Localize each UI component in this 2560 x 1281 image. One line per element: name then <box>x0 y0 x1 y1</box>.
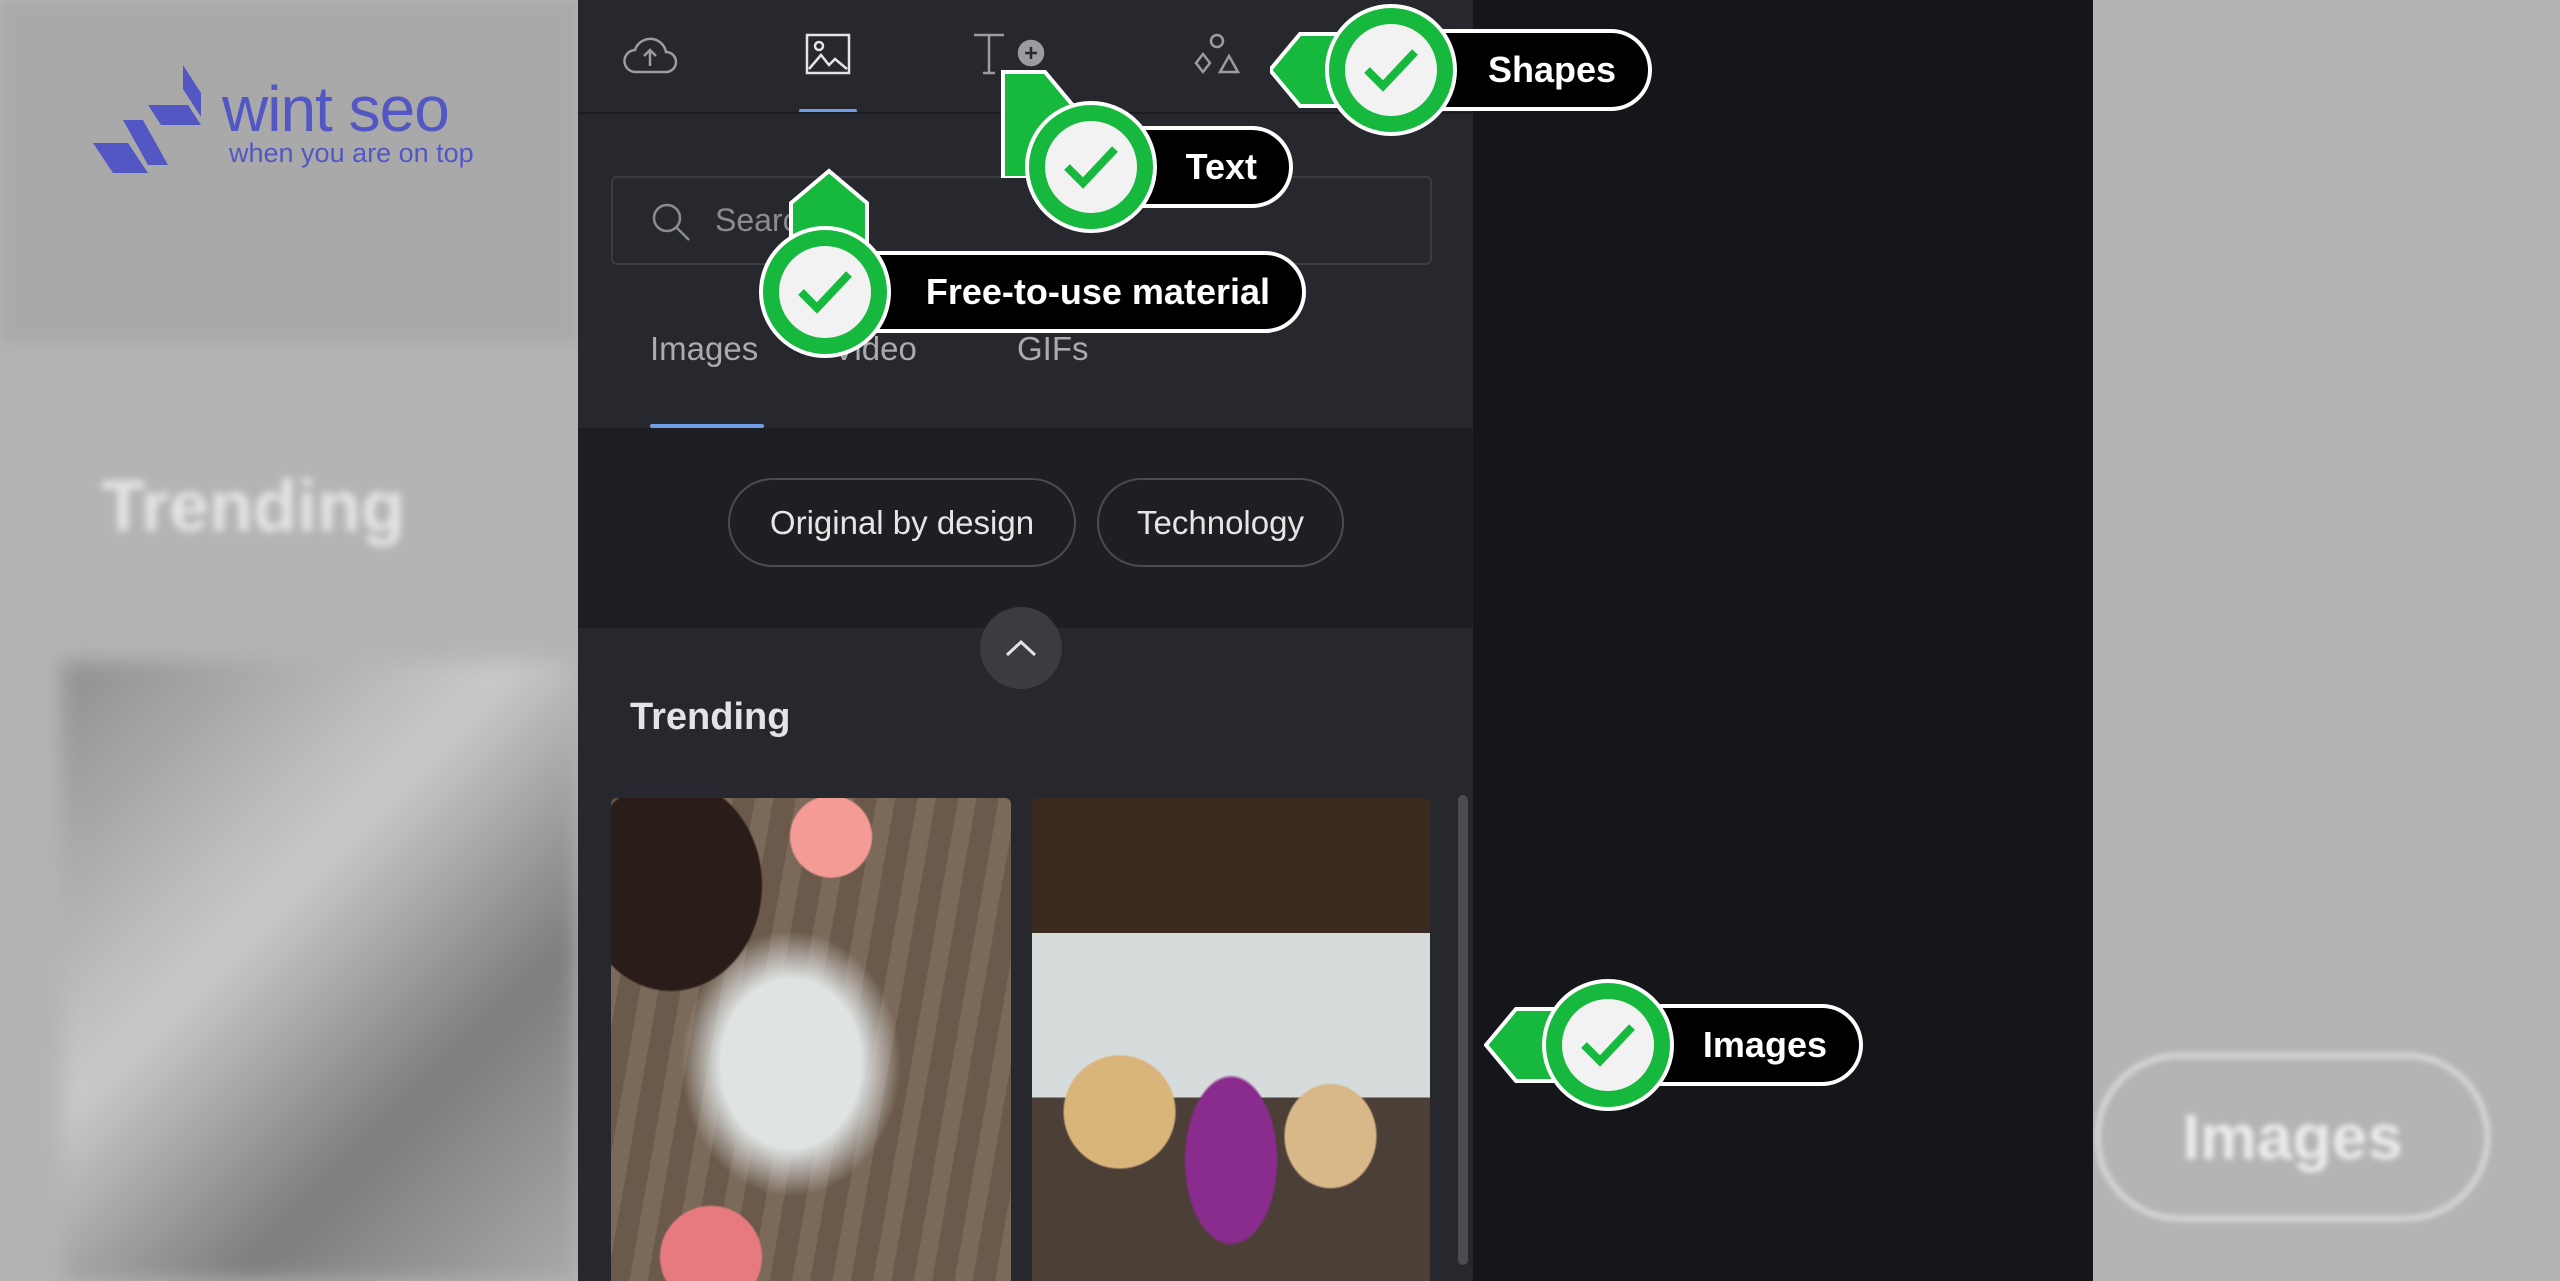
callout-label: Free-to-use material <box>819 251 1306 333</box>
tab-gifs[interactable]: GIFs <box>1017 330 1089 368</box>
check-badge-icon <box>1542 979 1674 1111</box>
logo-name: wint seo <box>222 73 450 145</box>
scrollbar[interactable] <box>1458 795 1468 1265</box>
chevron-up-icon <box>1005 639 1037 657</box>
blurred-trending-label: Trending <box>101 467 405 547</box>
check-badge-icon <box>1025 101 1157 233</box>
callout-images: Images <box>1484 979 1863 1111</box>
trending-image-drinks[interactable] <box>611 798 1011 1281</box>
callout-free-to-use-material: Free-to-use material <box>759 168 1306 358</box>
callout-text: Text <box>1001 70 1293 233</box>
collapse-button[interactable] <box>980 607 1062 689</box>
blurred-background-photo <box>62 661 577 1281</box>
logo-tagline: when you are on top <box>229 138 474 168</box>
blurred-images-pill: Images <box>2095 1053 2490 1221</box>
tab-images[interactable]: Images <box>650 330 758 368</box>
trending-image-wedding[interactable] <box>1032 798 1430 1281</box>
check-badge-icon <box>1325 4 1457 136</box>
section-title: Trending <box>630 696 791 738</box>
shapes-icon[interactable] <box>1189 26 1245 82</box>
upload-cloud-icon[interactable] <box>622 26 678 82</box>
check-badge-icon <box>759 226 891 358</box>
image-icon[interactable] <box>800 26 856 82</box>
category-chips: Original by design Technology <box>578 428 1473 628</box>
chip-original-by-design[interactable]: Original by design <box>728 478 1076 567</box>
chip-technology[interactable]: Technology <box>1097 478 1344 567</box>
callout-shapes: Shapes <box>1270 4 1652 136</box>
search-icon <box>652 203 690 241</box>
